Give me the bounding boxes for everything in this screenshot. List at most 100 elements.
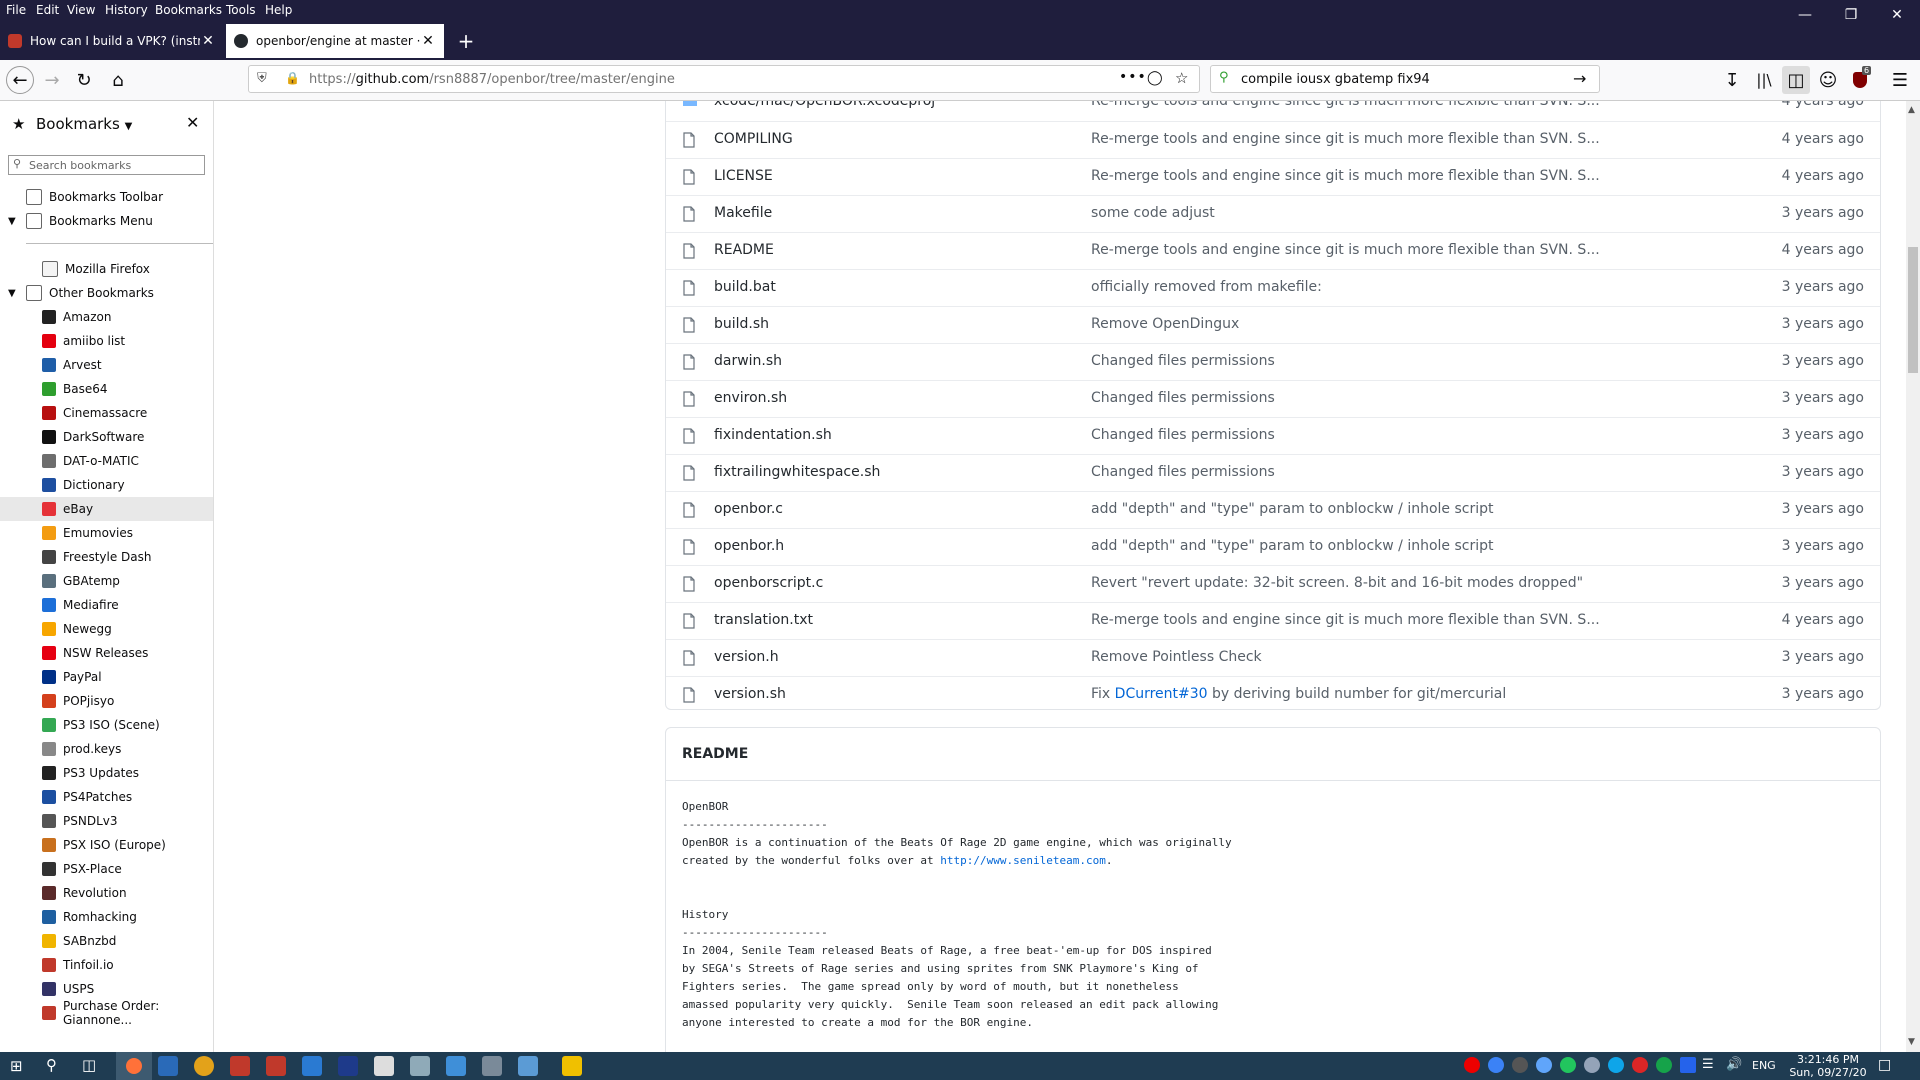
shield-icon[interactable]	[1656, 1057, 1672, 1073]
file-name-link[interactable]: version.sh	[714, 686, 786, 702]
app-icon[interactable]	[302, 1056, 322, 1076]
bookmark-item[interactable]: Mediafire	[0, 593, 213, 617]
menu-bookmarks[interactable]: Bookmarks	[155, 3, 222, 17]
file-name-link[interactable]: xcode/mac/OpenBOR.xcodeproj	[714, 101, 935, 109]
scrollbar-thumb[interactable]	[1908, 247, 1918, 373]
tab-github[interactable]: openbor/engine at master · rsn ✕	[226, 24, 444, 58]
tray-icon[interactable]	[1512, 1057, 1528, 1073]
commit-message[interactable]: officially removed from makefile:	[1091, 279, 1322, 295]
commit-message[interactable]: some code adjust	[1091, 205, 1215, 221]
commit-message[interactable]: add "depth" and "type" param to onblockw…	[1091, 501, 1494, 517]
tab-vpk[interactable]: How can I build a VPK? (instruc ✕	[0, 24, 224, 58]
sidebar-title[interactable]: Bookmarks ▼	[36, 115, 132, 133]
sidebar-toggle-icon[interactable]: ◫	[1782, 66, 1810, 94]
file-name-link[interactable]: fixindentation.sh	[714, 427, 832, 443]
library-icon[interactable]: ||\	[1750, 66, 1778, 94]
ublock-icon[interactable]: 6	[1846, 66, 1874, 94]
pocket-icon[interactable]: ◯	[1147, 70, 1163, 86]
file-explorer-icon[interactable]	[562, 1056, 582, 1076]
search-bar[interactable]: ⚲ compile iousx gbatemp fix94 →	[1210, 65, 1600, 93]
folder-bookmarks-toolbar[interactable]: Bookmarks Toolbar	[0, 185, 213, 209]
search-icon[interactable]: ⚲	[46, 1056, 57, 1074]
file-name-link[interactable]: fixtrailingwhitespace.sh	[714, 464, 880, 480]
bookmarks-search-input[interactable]: ⚲ Search bookmarks	[8, 155, 205, 175]
taskbar-firefox[interactable]	[116, 1052, 152, 1080]
close-sidebar-icon[interactable]: ✕	[186, 113, 199, 132]
bookmark-item[interactable]: Dictionary	[0, 473, 213, 497]
commit-message[interactable]: add "depth" and "type" param to onblockw…	[1091, 538, 1494, 554]
senileteam-link[interactable]: http://www.senileteam.com	[940, 854, 1106, 867]
folder-other-bookmarks[interactable]: ▼ Other Bookmarks	[0, 281, 213, 305]
bookmark-item[interactable]: Purchase Order: Giannone...	[0, 999, 213, 1027]
commit-message[interactable]: Changed files permissions	[1091, 390, 1275, 406]
bookmark-item[interactable]: eBay	[0, 497, 213, 521]
app-icon[interactable]	[374, 1056, 394, 1076]
menu-edit[interactable]: Edit	[36, 3, 59, 17]
menu-view[interactable]: View	[67, 3, 95, 17]
bookmark-item[interactable]: PSNDLv3	[0, 809, 213, 833]
back-button[interactable]: ←	[6, 66, 34, 94]
go-arrow-icon[interactable]: →	[1573, 69, 1586, 88]
commit-message[interactable]: Revert "revert update: 32-bit screen. 8-…	[1091, 575, 1583, 591]
file-name-link[interactable]: build.bat	[714, 279, 776, 295]
clock[interactable]: 3:21:46 PM Sun, 09/27/20	[1788, 1053, 1868, 1079]
file-name-link[interactable]: darwin.sh	[714, 353, 782, 369]
bookmark-item[interactable]: Tinfoil.io	[0, 953, 213, 977]
file-name-link[interactable]: openborscript.c	[714, 575, 823, 591]
issue-link[interactable]: DCurrent#30	[1115, 686, 1208, 702]
tray-icon[interactable]	[1632, 1057, 1648, 1073]
notifications-icon[interactable]: □	[1878, 1057, 1891, 1073]
bookmark-item[interactable]: Freestyle Dash	[0, 545, 213, 569]
bookmark-item[interactable]: Cinemassacre	[0, 401, 213, 425]
file-name-link[interactable]: openbor.h	[714, 538, 784, 554]
app-icon[interactable]	[518, 1056, 538, 1076]
url-text[interactable]: https://github.com/rsn8887/openbor/tree/…	[309, 72, 675, 87]
file-name-link[interactable]: build.sh	[714, 316, 769, 332]
file-name-link[interactable]: COMPILING	[714, 131, 793, 147]
bookmark-item[interactable]: POPjisyo	[0, 689, 213, 713]
language-indicator[interactable]: ENG	[1752, 1059, 1776, 1072]
reload-button[interactable]: ↻	[70, 66, 98, 94]
scroll-down-icon[interactable]: ▼	[1908, 1037, 1915, 1047]
bookmark-item[interactable]: GBAtemp	[0, 569, 213, 593]
bookmark-item[interactable]: DAT-o-MATIC	[0, 449, 213, 473]
bookmark-item[interactable]: PSX ISO (Europe)	[0, 833, 213, 857]
tray-icon[interactable]	[1488, 1057, 1504, 1073]
commit-message[interactable]: Re-merge tools and engine since git is m…	[1091, 131, 1600, 147]
app-icon[interactable]	[410, 1056, 430, 1076]
menu-icon[interactable]: ☰	[1886, 66, 1914, 94]
folder-mozilla-firefox[interactable]: Mozilla Firefox	[0, 257, 213, 281]
folder-bookmarks-menu[interactable]: ▼ Bookmarks Menu	[0, 209, 213, 233]
bookmark-item[interactable]: Romhacking	[0, 905, 213, 929]
commit-message[interactable]: Changed files permissions	[1091, 464, 1275, 480]
task-view-icon[interactable]: ◫	[82, 1056, 96, 1074]
file-name-link[interactable]: Makefile	[714, 205, 772, 221]
bookmark-item[interactable]: SABnzbd	[0, 929, 213, 953]
vertical-scrollbar[interactable]: ▲ ▼	[1906, 101, 1920, 1052]
filezilla-icon[interactable]	[266, 1056, 286, 1076]
tray-icon[interactable]	[1560, 1057, 1576, 1073]
close-icon[interactable]: ✕	[420, 33, 436, 49]
bookmark-item[interactable]: PS4Patches	[0, 785, 213, 809]
file-name-link[interactable]: translation.txt	[714, 612, 813, 628]
volume-icon[interactable]: 🔊	[1726, 1057, 1742, 1072]
bookmark-item[interactable]: NSW Releases	[0, 641, 213, 665]
bookmark-item[interactable]: PS3 Updates	[0, 761, 213, 785]
tray-icon[interactable]	[1536, 1057, 1552, 1073]
app-icon[interactable]	[338, 1056, 358, 1076]
bookmark-item[interactable]: PS3 ISO (Scene)	[0, 713, 213, 737]
bookmark-item[interactable]: Arvest	[0, 353, 213, 377]
commit-message[interactable]: Fix DCurrent#30 by deriving build number…	[1091, 686, 1506, 702]
new-tab-button[interactable]: +	[452, 28, 480, 56]
forward-button[interactable]: →	[38, 66, 66, 94]
bookmark-item[interactable]: Base64	[0, 377, 213, 401]
commit-message[interactable]: Re-merge tools and engine since git is m…	[1091, 101, 1600, 109]
bookmark-item[interactable]: USPS	[0, 977, 213, 1001]
bookmark-item[interactable]: PayPal	[0, 665, 213, 689]
bookmark-item[interactable]: prod.keys	[0, 737, 213, 761]
bookmark-item[interactable]: Amazon	[0, 305, 213, 329]
url-bar[interactable]: ⛨ 🔒 https://github.com/rsn8887/openbor/t…	[248, 65, 1200, 93]
bookmark-item[interactable]: Revolution	[0, 881, 213, 905]
app-icon[interactable]	[230, 1056, 250, 1076]
commit-message[interactable]: Remove Pointless Check	[1091, 649, 1262, 665]
